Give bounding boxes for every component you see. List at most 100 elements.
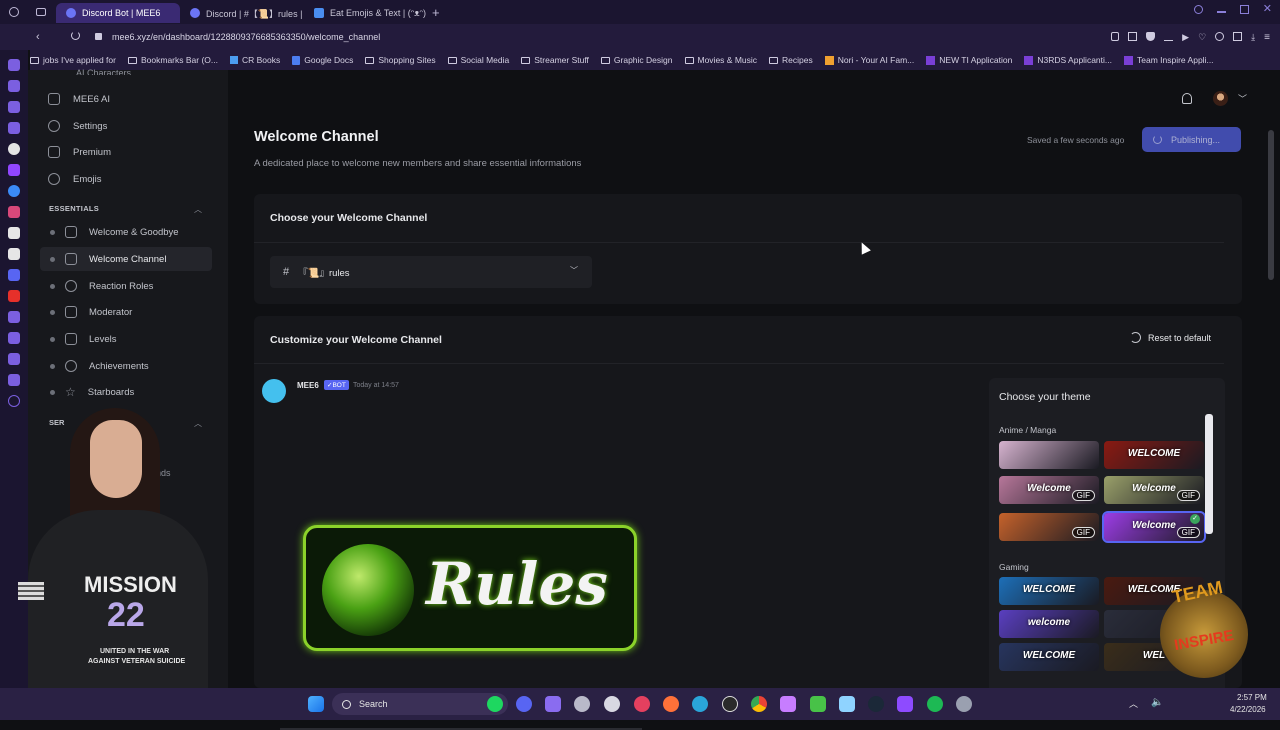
theme-tile[interactable]: WELCOME: [999, 577, 1099, 605]
bookmark-item[interactable]: Graphic Design: [600, 55, 673, 65]
discord-icon[interactable]: [516, 696, 532, 712]
windows-start-icon[interactable]: [308, 696, 324, 712]
bookmark-item[interactable]: Movies & Music: [684, 55, 757, 65]
pin-icon[interactable]: [1111, 32, 1120, 41]
bookmark-item[interactable]: NEW TI Application: [926, 55, 1012, 65]
bell-icon[interactable]: [1182, 93, 1192, 104]
app-icon[interactable]: [604, 696, 620, 712]
download-tray-icon[interactable]: ⤓: [1251, 32, 1255, 43]
collections-icon[interactable]: [1233, 32, 1243, 41]
sidebar-app-icon[interactable]: [8, 122, 20, 134]
tiktok-icon[interactable]: [8, 227, 20, 239]
theme-scrollbar[interactable]: [1205, 414, 1213, 534]
tab-discord[interactable]: Discord | #【📜】rules | TE: [180, 3, 304, 23]
twitch-icon[interactable]: [8, 164, 20, 176]
youtube-icon[interactable]: [8, 290, 20, 302]
theme-tile[interactable]: Welcome GIF ✓: [1102, 511, 1206, 543]
theme-tile[interactable]: [999, 441, 1099, 469]
back-icon[interactable]: ‹: [36, 31, 40, 43]
edge-icon[interactable]: [692, 696, 708, 712]
spotify-icon[interactable]: [487, 696, 503, 712]
theme-tile[interactable]: Welcome GIF: [1104, 476, 1204, 504]
app-icon[interactable]: [574, 696, 590, 712]
x-icon[interactable]: [8, 248, 20, 260]
sidebar-item-settings[interactable]: Settings: [28, 114, 228, 138]
bookmark-item[interactable]: Google Docs: [292, 55, 353, 65]
theme-tile[interactable]: WELCOME: [1104, 441, 1204, 469]
bookmark-item[interactable]: CR Books: [229, 55, 280, 65]
sidebar-item-reaction-roles[interactable]: Reaction Roles: [28, 274, 228, 298]
instagram-icon[interactable]: [8, 206, 20, 218]
settings-icon[interactable]: [956, 696, 972, 712]
new-tab-plus-icon[interactable]: +: [432, 5, 440, 20]
chrome-icon[interactable]: [751, 696, 767, 712]
url-field[interactable]: mee6.xyz/en/dashboard/122880937668536335…: [112, 32, 380, 42]
app-icon[interactable]: [722, 696, 738, 712]
screenshot-icon[interactable]: [1128, 32, 1138, 41]
sidebar-item-partial[interactable]: AI Characters: [76, 68, 131, 75]
app-icon[interactable]: [897, 696, 913, 712]
xbox-icon[interactable]: [927, 696, 943, 712]
reload-icon[interactable]: [71, 31, 80, 40]
theme-tile[interactable]: welcome: [999, 610, 1099, 638]
more-menu-icon[interactable]: ≡: [1264, 32, 1270, 43]
sidebar-item-welcome-goodbye[interactable]: Welcome & Goodbye: [28, 220, 228, 244]
bookmark-item[interactable]: Bookmarks Bar (O...: [127, 55, 218, 65]
notepad-icon[interactable]: [839, 696, 855, 712]
clock-date[interactable]: 4/22/2026: [1230, 705, 1266, 714]
chevron-down-icon[interactable]: ﹀: [1238, 92, 1247, 105]
sidebar-app-icon[interactable]: [8, 374, 20, 386]
puzzle-icon[interactable]: [1215, 32, 1225, 41]
tray-chevron-icon[interactable]: ︿: [1129, 697, 1138, 710]
avatar[interactable]: [1213, 91, 1228, 106]
sidebar-app-icon[interactable]: [8, 59, 20, 71]
publish-button[interactable]: Publishing...: [1142, 127, 1241, 152]
taskbar-search[interactable]: Search: [332, 693, 508, 715]
sidebar-app-icon[interactable]: [8, 80, 20, 92]
channel-select[interactable]: # 『📜』rules ﹀: [270, 256, 592, 288]
app-icon[interactable]: [810, 696, 826, 712]
app-grid-icon[interactable]: [545, 696, 561, 712]
sidebar-item-achievements[interactable]: Achievements: [28, 354, 228, 378]
theme-tile[interactable]: WELCOME: [999, 643, 1099, 671]
bookmark-item[interactable]: Shopping Sites: [365, 55, 436, 65]
theme-tile[interactable]: GIF: [999, 513, 1099, 541]
tab-emojis[interactable]: Eat Emojis & Text | (ᵔᴥᵔ): [304, 3, 428, 23]
app-icon[interactable]: [780, 696, 796, 712]
tab-mee6[interactable]: Discord Bot | MEE6: [56, 3, 180, 23]
sidebar-app-icon[interactable]: [8, 143, 20, 155]
bookmark-item[interactable]: Nori - Your AI Fam...: [824, 55, 914, 65]
browser-menu-icon[interactable]: [9, 7, 19, 17]
sidebar-app-icon[interactable]: [8, 311, 20, 323]
bookmark-item[interactable]: jobs I've applied for: [30, 55, 116, 65]
sidebar-item-levels[interactable]: Levels: [28, 327, 228, 351]
clock-time[interactable]: 2:57 PM: [1237, 693, 1267, 702]
bookmark-item[interactable]: Streamer Stuff: [521, 55, 589, 65]
play-icon[interactable]: ▶: [1182, 32, 1189, 43]
search-tabs-icon[interactable]: [1193, 5, 1203, 14]
sidebar-item-moderator[interactable]: Moderator: [28, 300, 228, 324]
heart-icon[interactable]: ♡: [1198, 32, 1206, 43]
sidebar-app-icon[interactable]: [8, 353, 20, 365]
sidebar-app-icon[interactable]: [8, 332, 20, 344]
collapse-essentials-icon[interactable]: ︿: [194, 204, 202, 215]
close-icon[interactable]: ✕: [1263, 4, 1272, 15]
bookmark-item[interactable]: Team Inspire Appli...: [1124, 55, 1214, 65]
page-scrollbar[interactable]: [1268, 130, 1274, 280]
sidebar-item-welcome-channel[interactable]: Welcome Channel: [40, 247, 212, 271]
obs-icon[interactable]: [634, 696, 650, 712]
theme-tile[interactable]: Welcome GIF: [999, 476, 1099, 504]
bookmark-item[interactable]: Recipes: [769, 55, 813, 65]
volume-icon[interactable]: 🔈: [1151, 697, 1163, 708]
minimize-icon[interactable]: [1216, 11, 1226, 13]
firefox-icon[interactable]: [663, 696, 679, 712]
bookmark-item[interactable]: Social Media: [447, 55, 509, 65]
tab-overview-icon[interactable]: [36, 8, 46, 16]
shield-icon[interactable]: [1146, 32, 1156, 41]
steam-icon[interactable]: [868, 696, 884, 712]
maximize-icon[interactable]: [1239, 5, 1249, 14]
sidebar-item-emojis[interactable]: Emojis: [28, 167, 228, 191]
sidebar-item-mee6-ai[interactable]: MEE6 AI: [28, 87, 228, 111]
bookmark-item[interactable]: N3RDS Applicanti...: [1024, 55, 1112, 65]
sidebar-item-premium[interactable]: Premium: [28, 140, 228, 164]
